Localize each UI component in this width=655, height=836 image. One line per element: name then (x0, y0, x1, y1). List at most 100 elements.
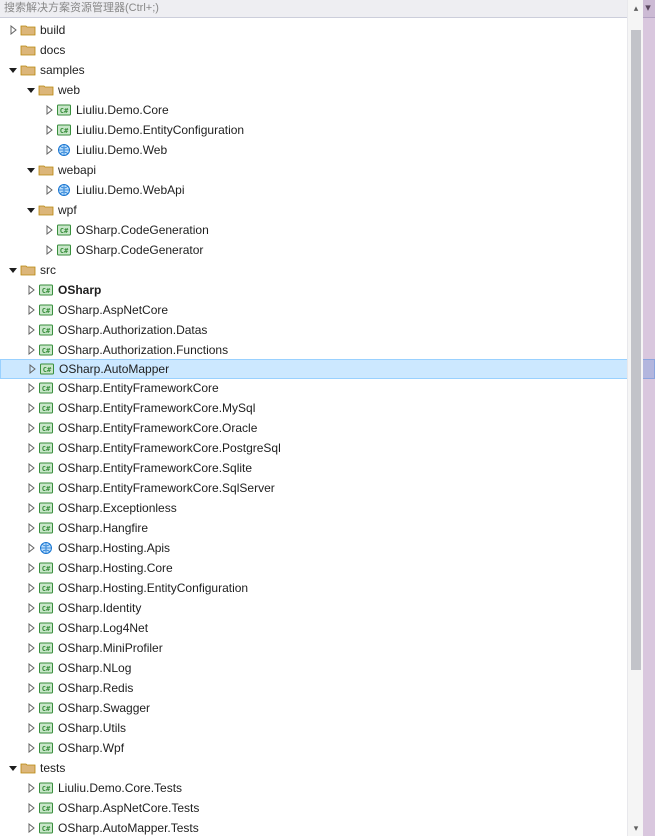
tree-item[interactable]: C# OSharp.AutoMapper (0, 359, 655, 379)
tree-item[interactable]: Liuliu.Demo.Web (0, 140, 655, 160)
expander-closed-icon[interactable] (24, 581, 38, 595)
expander-open-icon[interactable] (6, 63, 20, 77)
expander-closed-icon[interactable] (24, 421, 38, 435)
tree-item[interactable]: C# OSharp (0, 280, 655, 300)
expander-closed-icon[interactable] (24, 303, 38, 317)
svg-text:C#: C# (42, 665, 51, 673)
svg-text:C#: C# (42, 405, 51, 413)
tree-item[interactable]: C# OSharp.AspNetCore.Tests (0, 798, 655, 818)
expander-closed-icon[interactable] (24, 521, 38, 535)
expander-closed-icon[interactable] (24, 481, 38, 495)
expander-closed-icon[interactable] (24, 561, 38, 575)
expander-closed-icon[interactable] (42, 223, 56, 237)
tree-item[interactable]: C# OSharp.NLog (0, 658, 655, 678)
tree-item[interactable]: OSharp.Hosting.Apis (0, 538, 655, 558)
expander-closed-icon[interactable] (42, 123, 56, 137)
expander-closed-icon[interactable] (42, 103, 56, 117)
tree-item[interactable]: C# OSharp.Swagger (0, 698, 655, 718)
scroll-down-arrow-icon[interactable]: ▾ (628, 820, 644, 836)
expander-closed-icon[interactable] (24, 283, 38, 297)
search-box-placeholder[interactable]: 搜索解决方案资源管理器(Ctrl+;) ▾ (0, 0, 655, 18)
expander-closed-icon[interactable] (24, 701, 38, 715)
expander-closed-icon[interactable] (24, 721, 38, 735)
expander-closed-icon[interactable] (24, 461, 38, 475)
solution-explorer-tree: build docs samples web C# Liuliu.Demo.Co… (0, 18, 655, 836)
tree-item[interactable]: C# OSharp.EntityFrameworkCore.SqlServer (0, 478, 655, 498)
expander-closed-icon[interactable] (24, 741, 38, 755)
tree-item[interactable]: C# OSharp.Wpf (0, 738, 655, 758)
tree-item[interactable]: C# OSharp.Hosting.Core (0, 558, 655, 578)
tree-item-label: Liuliu.Demo.EntityConfiguration (76, 120, 244, 140)
expander-closed-icon[interactable] (24, 681, 38, 695)
tree-item[interactable]: C# OSharp.AspNetCore (0, 300, 655, 320)
expander-closed-icon[interactable] (24, 661, 38, 675)
expander-closed-icon[interactable] (25, 362, 39, 376)
svg-text:C#: C# (42, 385, 51, 393)
expander-closed-icon[interactable] (24, 821, 38, 835)
expander-open-icon[interactable] (24, 203, 38, 217)
expander-closed-icon[interactable] (24, 401, 38, 415)
expander-closed-icon[interactable] (42, 243, 56, 257)
tree-item[interactable]: C# OSharp.EntityFrameworkCore.Sqlite (0, 458, 655, 478)
tree-item[interactable]: build (0, 20, 655, 40)
tree-item-label: Liuliu.Demo.Core (76, 100, 169, 120)
tree-item[interactable]: wpf (0, 200, 655, 220)
tree-item[interactable]: C# Liuliu.Demo.Core.Tests (0, 778, 655, 798)
expander-closed-icon[interactable] (24, 343, 38, 357)
expander-closed-icon[interactable] (24, 381, 38, 395)
expander-open-icon[interactable] (24, 163, 38, 177)
tree-item[interactable]: C# OSharp.EntityFrameworkCore.Oracle (0, 418, 655, 438)
expander-closed-icon[interactable] (24, 781, 38, 795)
tree-item[interactable]: src (0, 260, 655, 280)
tree-item[interactable]: C# OSharp.EntityFrameworkCore.MySql (0, 398, 655, 418)
tree-item[interactable]: C# Liuliu.Demo.Core (0, 100, 655, 120)
expander-closed-icon[interactable] (24, 323, 38, 337)
expander-closed-icon[interactable] (24, 441, 38, 455)
svg-text:C#: C# (42, 505, 51, 513)
expander-closed-icon[interactable] (24, 801, 38, 815)
tree-item[interactable]: C# OSharp.CodeGenerator (0, 240, 655, 260)
tree-item[interactable]: C# OSharp.MiniProfiler (0, 638, 655, 658)
window-edge-strip (643, 0, 655, 836)
expander-closed-icon[interactable] (24, 501, 38, 515)
tree-item[interactable]: C# OSharp.Identity (0, 598, 655, 618)
expander-closed-icon[interactable] (6, 23, 20, 37)
tree-item[interactable]: C# Liuliu.Demo.EntityConfiguration (0, 120, 655, 140)
right-edge: ▴ ▾ (627, 0, 655, 836)
tree-item[interactable]: C# OSharp.Authorization.Datas (0, 320, 655, 340)
tree-item[interactable]: C# OSharp.Hangfire (0, 518, 655, 538)
tree-item[interactable]: C# OSharp.CodeGeneration (0, 220, 655, 240)
expander-open-icon[interactable] (6, 263, 20, 277)
expander-open-icon[interactable] (24, 83, 38, 97)
expander-open-icon[interactable] (6, 761, 20, 775)
tree-item[interactable]: C# OSharp.Log4Net (0, 618, 655, 638)
tree-item[interactable]: Liuliu.Demo.WebApi (0, 180, 655, 200)
expander-closed-icon[interactable] (42, 183, 56, 197)
tree-item[interactable]: docs (0, 40, 655, 60)
tree-item[interactable]: C# OSharp.Utils (0, 718, 655, 738)
csproj-icon: C# (38, 800, 54, 816)
scroll-up-arrow-icon[interactable]: ▴ (628, 0, 644, 16)
tree-item[interactable]: samples (0, 60, 655, 80)
tree-item[interactable]: C# OSharp.EntityFrameworkCore (0, 378, 655, 398)
expander-closed-icon[interactable] (42, 143, 56, 157)
expander-closed-icon[interactable] (24, 541, 38, 555)
tree-item[interactable]: web (0, 80, 655, 100)
scrollbar-thumb[interactable] (631, 30, 641, 670)
tree-item-label: OSharp.EntityFrameworkCore.Oracle (58, 418, 257, 438)
svg-text:C#: C# (60, 107, 69, 115)
tree-item[interactable]: C# OSharp.Exceptionless (0, 498, 655, 518)
tree-item[interactable]: C# OSharp.Authorization.Functions (0, 340, 655, 360)
csproj-icon: C# (38, 400, 54, 416)
tree-item[interactable]: tests (0, 758, 655, 778)
expander-closed-icon[interactable] (24, 601, 38, 615)
tree-item[interactable]: C# OSharp.AutoMapper.Tests (0, 818, 655, 836)
expander-closed-icon[interactable] (24, 621, 38, 635)
tree-item[interactable]: C# OSharp.Hosting.EntityConfiguration (0, 578, 655, 598)
tree-item[interactable]: C# OSharp.EntityFrameworkCore.PostgreSql (0, 438, 655, 458)
expander-closed-icon[interactable] (24, 641, 38, 655)
tree-item[interactable]: C# OSharp.Redis (0, 678, 655, 698)
tree-item[interactable]: webapi (0, 160, 655, 180)
svg-text:C#: C# (42, 705, 51, 713)
vertical-scrollbar[interactable]: ▴ ▾ (627, 0, 643, 836)
